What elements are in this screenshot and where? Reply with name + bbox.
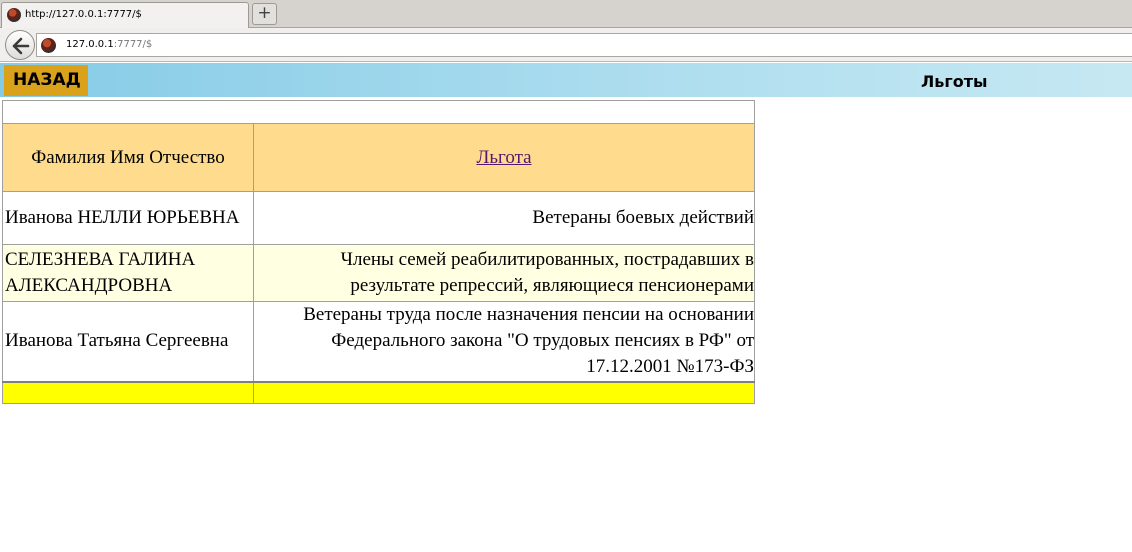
table-header-row: Фамилия Имя Отчество Льгота: [2, 123, 755, 192]
url-text[interactable]: 127.0.0.1:7777/$: [66, 39, 152, 50]
browser-tab[interactable]: http://127.0.0.1:7777/$: [1, 2, 249, 28]
benefit-cell: Ветераны труда после назначения пенсии н…: [253, 301, 755, 382]
sort-benefit-link[interactable]: Льгота: [476, 147, 531, 168]
person-name-cell: СЕЛЕЗНЕВА ГАЛИНА АЛЕКСАНДРОВНА: [2, 244, 254, 302]
footer-cell: [2, 380, 254, 404]
person-name-cell: Иванова НЕЛЛИ ЮРЬЕВНА: [2, 191, 254, 245]
table-row[interactable]: Иванова НЕЛЛИ ЮРЬЕВНА Ветераны боевых де…: [2, 191, 755, 245]
back-button[interactable]: [5, 30, 35, 60]
tab-title: http://127.0.0.1:7777/$: [25, 9, 142, 20]
benefit-cell: Ветераны боевых действий: [253, 191, 755, 245]
address-bar[interactable]: 127.0.0.1:7777/$: [36, 33, 1132, 57]
url-path: :7777/$: [113, 39, 153, 50]
spacer-cell: [2, 100, 755, 124]
table-row[interactable]: СЕЛЕЗНЕВА ГАЛИНА АЛЕКСАНДРОВНА Члены сем…: [2, 244, 755, 302]
back-link-button[interactable]: НАЗАД: [4, 65, 88, 96]
page-header: НАЗАД Льготы: [0, 63, 1132, 97]
browser-nav-bar: 127.0.0.1:7777/$: [0, 28, 1132, 62]
table-row[interactable]: Иванова Татьяна Сергеевна Ветераны труда…: [2, 301, 755, 382]
table-spacer-row: [2, 100, 755, 124]
column-header-name: Фамилия Имя Отчество: [2, 123, 254, 192]
person-name-cell: Иванова Татьяна Сергеевна: [2, 301, 254, 382]
site-identity-icon[interactable]: [41, 38, 56, 53]
url-host: 127.0.0.1: [66, 39, 114, 50]
new-tab-button[interactable]: +: [252, 3, 277, 25]
footer-cell: [253, 380, 755, 404]
favicon-icon: [7, 8, 21, 22]
page-title: Льготы: [921, 72, 988, 91]
benefits-table: Фамилия Имя Отчество Льгота Иванова НЕЛЛ…: [2, 100, 755, 404]
browser-tab-bar: http://127.0.0.1:7777/$ +: [0, 0, 1132, 28]
benefit-cell: Члены семей реабилитированных, пострадав…: [253, 244, 755, 302]
arrow-left-icon: [12, 37, 30, 55]
table-footer-row: [2, 380, 755, 404]
column-header-benefit: Льгота: [253, 123, 755, 192]
